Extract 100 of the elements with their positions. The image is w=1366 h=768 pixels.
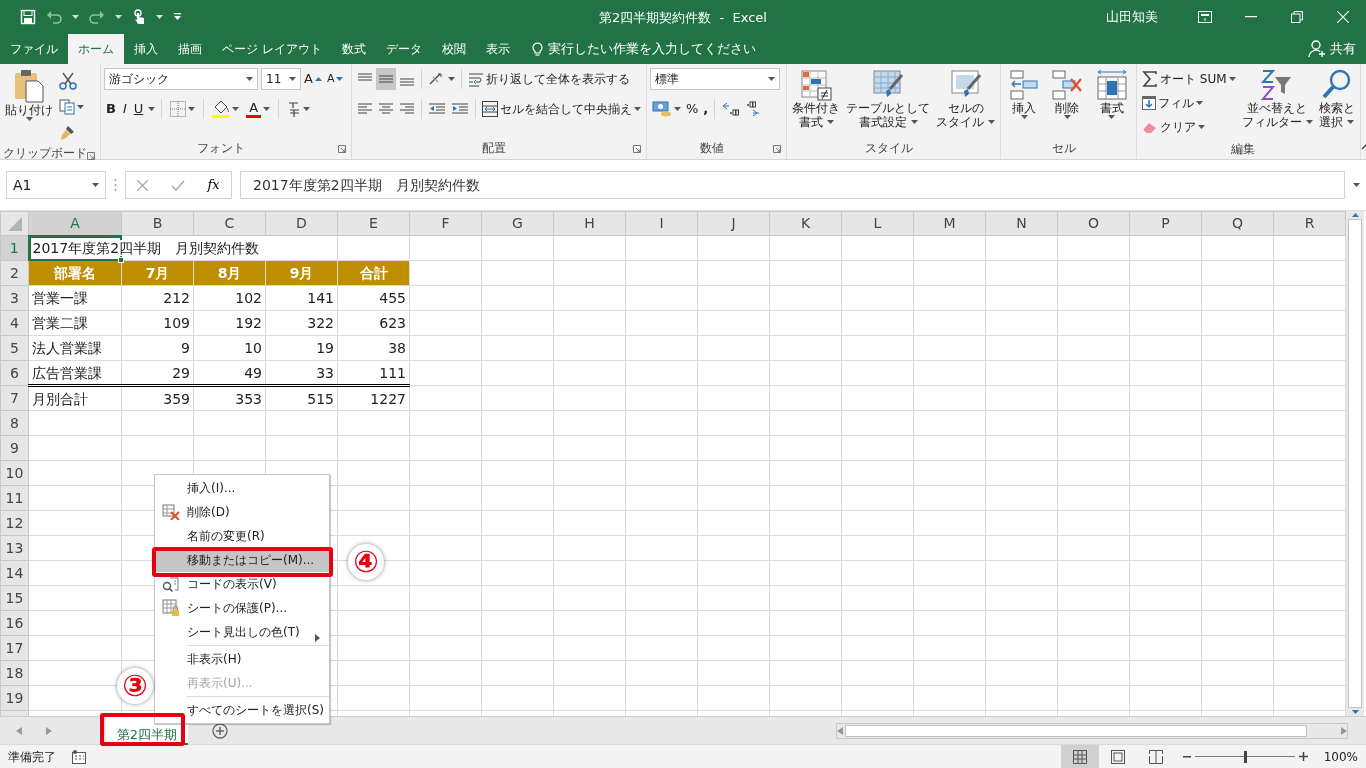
menu-item[interactable]: 非表示(H) bbox=[155, 647, 329, 671]
row-header[interactable]: 9 bbox=[0, 435, 29, 461]
column-header[interactable]: M bbox=[913, 211, 986, 236]
ribbon-tab[interactable]: ホーム bbox=[68, 34, 124, 64]
ribbon-tab[interactable]: 校閲 bbox=[431, 34, 476, 64]
row-header[interactable]: 19 bbox=[0, 685, 29, 711]
insert-cells-button[interactable]: 挿入 bbox=[1007, 68, 1042, 120]
zoom-level[interactable]: 100% bbox=[1323, 747, 1358, 766]
bold-button[interactable]: B bbox=[104, 98, 118, 120]
format-as-table-button[interactable]: テーブルとして 書式設定 bbox=[844, 68, 932, 130]
italic-button[interactable]: I bbox=[120, 98, 129, 120]
row-header[interactable]: 4 bbox=[0, 310, 29, 336]
ribbon-tab[interactable]: 表示 bbox=[475, 34, 520, 64]
zoom-in-icon[interactable] bbox=[1298, 752, 1308, 761]
row-header[interactable]: 6 bbox=[0, 360, 29, 386]
share-button[interactable]: 共有 bbox=[1298, 34, 1366, 64]
save-icon[interactable] bbox=[20, 9, 36, 25]
column-header[interactable]: F bbox=[409, 211, 482, 236]
menu-item[interactable]: シートの保護(P)... bbox=[155, 596, 329, 620]
add-icon[interactable] bbox=[212, 722, 228, 739]
row-header[interactable]: 3 bbox=[0, 285, 29, 311]
fill-handle[interactable] bbox=[118, 257, 124, 263]
font-size-field[interactable]: 11 bbox=[261, 68, 301, 90]
row-header[interactable]: 13 bbox=[0, 535, 29, 561]
column-header[interactable]: K bbox=[769, 211, 842, 236]
scrollbar-thumb[interactable] bbox=[845, 724, 1307, 737]
column-header[interactable]: I bbox=[625, 211, 698, 236]
zoom-out-icon[interactable] bbox=[1182, 755, 1191, 758]
menu-item[interactable]: 挿入(I)... bbox=[155, 476, 329, 500]
delete-cells-button[interactable]: 削除 bbox=[1049, 68, 1086, 120]
dialog-launcher-icon[interactable] bbox=[338, 145, 346, 153]
conditional-format-button[interactable]: 条件付き 書式 bbox=[790, 68, 842, 130]
column-header[interactable]: L bbox=[841, 211, 914, 236]
grow-font-button[interactable]: A bbox=[302, 68, 324, 90]
number-format-field[interactable]: 標準 bbox=[650, 68, 780, 90]
normal-view-button[interactable] bbox=[1060, 744, 1099, 768]
dialog-launcher-icon[interactable] bbox=[633, 145, 641, 153]
ribbon-tab[interactable]: 描画 bbox=[168, 34, 212, 64]
scrollbar-thumb[interactable] bbox=[1348, 219, 1362, 708]
menu-item[interactable]: 削除(D) bbox=[155, 500, 329, 524]
menu-item[interactable]: シート見出しの色(T) bbox=[155, 620, 329, 644]
customize-icon[interactable] bbox=[173, 13, 182, 21]
column-header[interactable]: E bbox=[337, 211, 410, 236]
redo-icon[interactable] bbox=[89, 10, 105, 24]
clear-button[interactable]: クリア bbox=[1140, 116, 1238, 138]
dialog-launcher-icon[interactable] bbox=[773, 145, 781, 153]
zoom-slider-thumb[interactable] bbox=[1243, 750, 1247, 763]
copy-button[interactable] bbox=[57, 96, 86, 118]
font-name-field[interactable]: 游ゴシック bbox=[104, 68, 258, 90]
column-header[interactable]: Q bbox=[1201, 211, 1274, 236]
row-header[interactable]: 2 bbox=[0, 260, 29, 286]
row-header[interactable]: 17 bbox=[0, 635, 29, 661]
underline-button[interactable]: U bbox=[131, 98, 146, 120]
row-header[interactable]: 16 bbox=[0, 610, 29, 636]
font-color-button[interactable]: A bbox=[244, 98, 273, 120]
column-header[interactable]: O bbox=[1057, 211, 1130, 236]
cell-styles-button[interactable]: セルの スタイル bbox=[934, 68, 997, 130]
column-header[interactable]: R bbox=[1273, 211, 1346, 236]
borders-button[interactable] bbox=[168, 98, 198, 120]
column-header[interactable]: N bbox=[985, 211, 1058, 236]
ribbon-tab[interactable]: データ bbox=[375, 34, 432, 64]
format-cells-button[interactable]: 書式 bbox=[1093, 68, 1130, 120]
row-header[interactable]: 8 bbox=[0, 410, 29, 436]
wrap-text-button[interactable]: 折り返して全体を表示する bbox=[466, 68, 632, 90]
ribbon-tab[interactable]: ファイル bbox=[0, 34, 68, 64]
name-box[interactable]: A1 bbox=[6, 171, 106, 199]
sort-filter-button[interactable]: 並べ替えと フィルター bbox=[1239, 68, 1315, 130]
paste-button[interactable]: 貼り付け bbox=[3, 68, 55, 122]
row-header[interactable]: 7 bbox=[0, 385, 29, 411]
formula-field[interactable]: 2017年度第2四半期 月別契約件数 bbox=[240, 171, 1345, 199]
insert-function-button[interactable]: fx bbox=[207, 175, 220, 195]
macro-icon[interactable] bbox=[72, 749, 86, 764]
column-header[interactable]: H bbox=[553, 211, 626, 236]
row-header[interactable]: 15 bbox=[0, 585, 29, 611]
ribbon-tab[interactable]: ページ レイアウト bbox=[212, 34, 332, 64]
row-header[interactable]: 10 bbox=[0, 460, 29, 486]
find-select-button[interactable]: 検索と 選択 bbox=[1316, 68, 1357, 130]
percent-button[interactable]: % bbox=[684, 98, 701, 120]
row-header[interactable]: 5 bbox=[0, 335, 29, 361]
undo-icon[interactable] bbox=[46, 10, 62, 24]
column-header[interactable]: J bbox=[697, 211, 770, 236]
hand-icon[interactable] bbox=[132, 9, 146, 25]
row-header[interactable]: 1 bbox=[0, 235, 29, 261]
ribbon-tab[interactable]: 挿入 bbox=[124, 34, 168, 64]
fill-button[interactable]: フィル bbox=[1140, 92, 1238, 114]
ribbon-tab[interactable]: 数式 bbox=[331, 34, 376, 64]
dialog-launcher-icon[interactable] bbox=[87, 152, 95, 160]
tell-me-button[interactable]: 実行したい作業を入力してください bbox=[527, 34, 760, 64]
row-header[interactable]: 18 bbox=[0, 660, 29, 686]
shrink-font-button[interactable]: A bbox=[324, 68, 346, 90]
fill-color-button[interactable] bbox=[210, 98, 242, 120]
row-header[interactable]: 12 bbox=[0, 510, 29, 536]
comma-button[interactable]: , bbox=[701, 98, 711, 120]
menu-item[interactable]: コードの表示(V) bbox=[155, 572, 329, 596]
row-header[interactable]: 11 bbox=[0, 485, 29, 511]
collapse-icon[interactable] bbox=[1360, 143, 1366, 150]
menu-item[interactable]: 名前の変更(R) bbox=[155, 524, 329, 548]
row-header[interactable]: 14 bbox=[0, 560, 29, 586]
column-header[interactable]: D bbox=[265, 211, 338, 236]
merge-center-button[interactable]: セルを結合して中央揃え bbox=[480, 98, 643, 120]
